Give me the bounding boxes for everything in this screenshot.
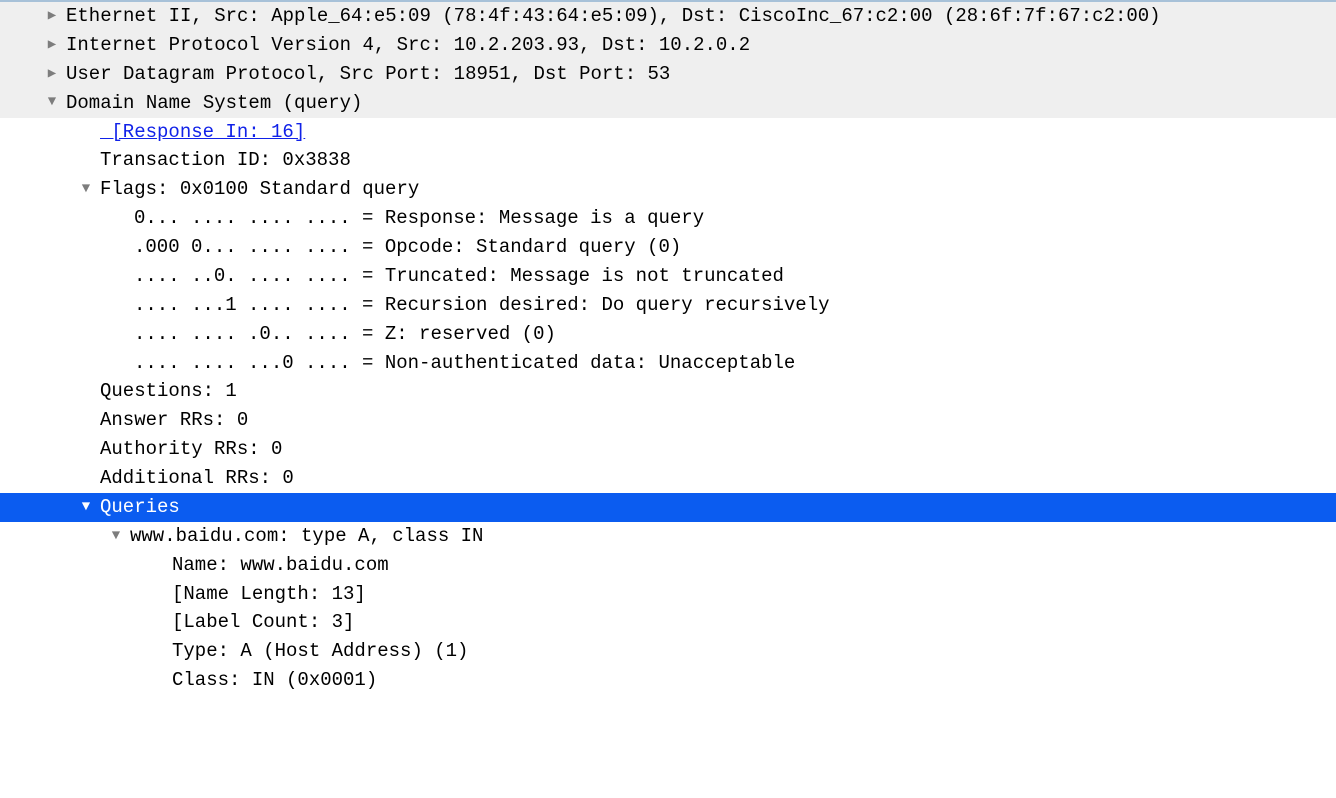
toggle-arrow-down-icon[interactable] <box>44 92 60 113</box>
ethernet-text: Ethernet II, Src: Apple_64:e5:09 (78:4f:… <box>66 2 1161 31</box>
flag-response-text: 0... .... .... .... = Response: Message … <box>134 204 704 233</box>
flag-opcode-row[interactable]: .000 0... .... .... = Opcode: Standard q… <box>0 233 1336 262</box>
transaction-id-text: Transaction ID: 0x3838 <box>100 146 351 175</box>
additional-rrs-row[interactable]: Additional RRs: 0 <box>0 464 1336 493</box>
flag-recursion-text: .... ...1 .... .... = Recursion desired:… <box>134 291 830 320</box>
dns-text: Domain Name System (query) <box>66 89 362 118</box>
additional-rrs-text: Additional RRs: 0 <box>100 464 294 493</box>
query-name-row[interactable]: Name: www.baidu.com <box>0 551 1336 580</box>
flag-response-row[interactable]: 0... .... .... .... = Response: Message … <box>0 204 1336 233</box>
query-class-text: Class: IN (0x0001) <box>172 666 377 695</box>
response-in-link[interactable]: [Response In: 16] <box>100 118 305 147</box>
toggle-arrow-right-icon[interactable] <box>44 35 60 56</box>
flag-z-row[interactable]: .... .... .0.. .... = Z: reserved (0) <box>0 320 1336 349</box>
toggle-arrow-right-icon[interactable] <box>44 6 60 27</box>
authority-rrs-text: Authority RRs: 0 <box>100 435 282 464</box>
toggle-arrow-down-icon[interactable] <box>78 179 94 200</box>
flags-row[interactable]: Flags: 0x0100 Standard query <box>0 175 1336 204</box>
udp-header-row[interactable]: User Datagram Protocol, Src Port: 18951,… <box>0 60 1336 89</box>
flag-opcode-text: .000 0... .... .... = Opcode: Standard q… <box>134 233 681 262</box>
query-label-count-text: [Label Count: 3] <box>172 608 354 637</box>
query-type-text: Type: A (Host Address) (1) <box>172 637 468 666</box>
query-label-count-row[interactable]: [Label Count: 3] <box>0 608 1336 637</box>
authority-rrs-row[interactable]: Authority RRs: 0 <box>0 435 1336 464</box>
flag-nonauth-text: .... .... ...0 .... = Non-authenticated … <box>134 349 795 378</box>
query-name-text: Name: www.baidu.com <box>172 551 389 580</box>
toggle-arrow-down-icon[interactable] <box>78 497 94 518</box>
query-summary-row[interactable]: www.baidu.com: type A, class IN <box>0 522 1336 551</box>
flag-z-text: .... .... .0.. .... = Z: reserved (0) <box>134 320 556 349</box>
dns-header-row[interactable]: Domain Name System (query) <box>0 89 1336 118</box>
flag-truncated-text: .... ..0. .... .... = Truncated: Message… <box>134 262 784 291</box>
questions-row[interactable]: Questions: 1 <box>0 377 1336 406</box>
queries-label: Queries <box>100 493 180 522</box>
query-type-row[interactable]: Type: A (Host Address) (1) <box>0 637 1336 666</box>
query-summary-text: www.baidu.com: type A, class IN <box>130 522 483 551</box>
flag-nonauth-row[interactable]: .... .... ...0 .... = Non-authenticated … <box>0 349 1336 378</box>
flags-text: Flags: 0x0100 Standard query <box>100 175 419 204</box>
packet-details-pane: Ethernet II, Src: Apple_64:e5:09 (78:4f:… <box>0 0 1336 695</box>
ip-header-row[interactable]: Internet Protocol Version 4, Src: 10.2.2… <box>0 31 1336 60</box>
query-name-length-row[interactable]: [Name Length: 13] <box>0 580 1336 609</box>
ip-text: Internet Protocol Version 4, Src: 10.2.2… <box>66 31 750 60</box>
toggle-arrow-down-icon[interactable] <box>108 526 124 547</box>
flag-recursion-row[interactable]: .... ...1 .... .... = Recursion desired:… <box>0 291 1336 320</box>
query-class-row[interactable]: Class: IN (0x0001) <box>0 666 1336 695</box>
answer-rrs-row[interactable]: Answer RRs: 0 <box>0 406 1336 435</box>
response-in-row[interactable]: [Response In: 16] <box>0 118 1336 147</box>
flag-truncated-row[interactable]: .... ..0. .... .... = Truncated: Message… <box>0 262 1336 291</box>
ethernet-header-row[interactable]: Ethernet II, Src: Apple_64:e5:09 (78:4f:… <box>0 2 1336 31</box>
udp-text: User Datagram Protocol, Src Port: 18951,… <box>66 60 670 89</box>
toggle-arrow-right-icon[interactable] <box>44 64 60 85</box>
answer-rrs-text: Answer RRs: 0 <box>100 406 248 435</box>
transaction-id-row[interactable]: Transaction ID: 0x3838 <box>0 146 1336 175</box>
queries-row[interactable]: Queries <box>0 493 1336 522</box>
questions-text: Questions: 1 <box>100 377 237 406</box>
query-name-length-text: [Name Length: 13] <box>172 580 366 609</box>
